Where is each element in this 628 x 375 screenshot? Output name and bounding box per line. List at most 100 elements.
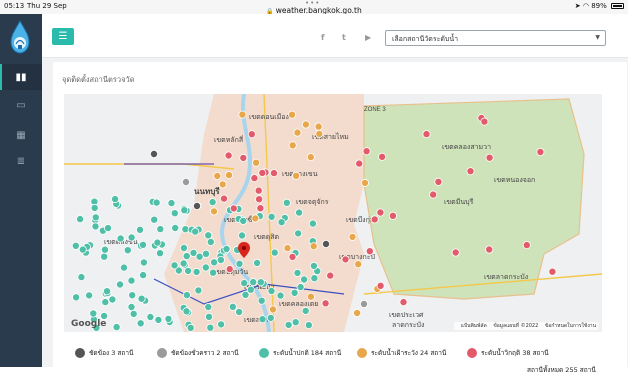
- station-marker-normal[interactable]: [239, 216, 248, 225]
- map-canvas[interactable]: เขตดอนเมือง เขตสายไหม เขตบางเขน เขตหลักส…: [64, 94, 602, 332]
- station-marker-critical[interactable]: [365, 247, 374, 256]
- station-marker-normal[interactable]: [204, 231, 213, 240]
- station-marker-normal[interactable]: [123, 246, 132, 255]
- station-marker-critical[interactable]: [434, 177, 443, 186]
- station-marker-normal[interactable]: [257, 296, 266, 305]
- station-marker-normal[interactable]: [253, 258, 262, 267]
- station-marker-critical[interactable]: [229, 204, 238, 213]
- keyboard-shortcuts-link[interactable]: แป้นพิมพ์ลัด: [461, 323, 487, 329]
- station-marker-normal[interactable]: [217, 320, 226, 329]
- station-marker-critical[interactable]: [429, 190, 438, 199]
- sidebar-item-bed[interactable]: ▭: [0, 92, 42, 118]
- station-marker-normal[interactable]: [101, 245, 110, 254]
- station-marker-normal[interactable]: [284, 320, 293, 329]
- station-marker-critical[interactable]: [219, 194, 228, 203]
- station-marker-critical[interactable]: [466, 167, 475, 176]
- station-marker-normal[interactable]: [204, 302, 213, 311]
- station-marker-normal[interactable]: [85, 291, 94, 300]
- station-marker-critical[interactable]: [269, 169, 278, 178]
- station-marker-critical[interactable]: [548, 267, 557, 276]
- station-marker-watch[interactable]: [360, 178, 369, 187]
- station-marker-watch[interactable]: [309, 242, 318, 251]
- station-marker-normal[interactable]: [310, 274, 319, 283]
- station-marker-normal[interactable]: [209, 268, 218, 277]
- station-marker-critical[interactable]: [258, 168, 267, 177]
- station-marker-critical[interactable]: [362, 147, 371, 156]
- station-marker-watch[interactable]: [293, 128, 302, 137]
- station-marker-normal[interactable]: [128, 291, 137, 300]
- station-marker-normal[interactable]: [249, 278, 258, 287]
- station-marker-maintenance[interactable]: [182, 178, 191, 187]
- station-marker-normal[interactable]: [182, 252, 191, 261]
- station-marker-watch[interactable]: [218, 180, 227, 189]
- station-marker-normal[interactable]: [170, 261, 179, 270]
- station-marker-watch[interactable]: [287, 110, 296, 119]
- station-marker-watch[interactable]: [224, 171, 233, 180]
- station-marker-normal[interactable]: [91, 213, 100, 222]
- station-marker-critical[interactable]: [239, 153, 248, 162]
- station-marker-broken[interactable]: [150, 150, 159, 159]
- station-marker-normal[interactable]: [267, 286, 276, 295]
- station-marker-watch[interactable]: [353, 308, 362, 317]
- station-marker-normal[interactable]: [204, 312, 213, 321]
- station-marker-normal[interactable]: [240, 279, 249, 288]
- station-marker-normal[interactable]: [91, 222, 100, 231]
- station-marker-critical[interactable]: [224, 151, 233, 160]
- station-marker-normal[interactable]: [108, 295, 117, 304]
- station-marker-normal[interactable]: [103, 287, 112, 296]
- station-marker-normal[interactable]: [186, 323, 195, 332]
- twitter-icon[interactable]: t: [342, 33, 346, 42]
- station-marker-normal[interactable]: [90, 203, 99, 212]
- station-marker-normal[interactable]: [267, 212, 276, 221]
- station-marker-watch[interactable]: [354, 260, 363, 269]
- station-marker-critical[interactable]: [376, 281, 385, 290]
- station-marker-watch[interactable]: [306, 153, 315, 162]
- station-marker-watch[interactable]: [213, 172, 222, 181]
- station-marker-normal[interactable]: [170, 209, 179, 218]
- station-marker-normal[interactable]: [294, 229, 303, 238]
- sidebar-item-stats[interactable]: ▮▮: [0, 64, 42, 90]
- station-marker-critical[interactable]: [255, 195, 264, 204]
- station-marker-watch[interactable]: [314, 122, 323, 131]
- station-marker-normal[interactable]: [270, 248, 279, 257]
- station-marker-normal[interactable]: [309, 261, 318, 270]
- station-marker-watch[interactable]: [283, 244, 292, 253]
- station-marker-normal[interactable]: [246, 285, 255, 294]
- station-marker-normal[interactable]: [182, 307, 191, 316]
- station-marker-watch[interactable]: [306, 292, 315, 301]
- station-marker-normal[interactable]: [111, 195, 120, 204]
- station-marker-normal[interactable]: [136, 319, 145, 328]
- station-marker-critical[interactable]: [388, 211, 397, 220]
- bma-logo-icon[interactable]: [9, 20, 31, 54]
- station-marker-critical[interactable]: [536, 148, 545, 157]
- station-marker-normal[interactable]: [104, 224, 113, 233]
- station-marker-critical[interactable]: [378, 152, 387, 161]
- station-marker-normal[interactable]: [171, 223, 180, 232]
- station-marker-normal[interactable]: [216, 255, 225, 264]
- station-marker-normal[interactable]: [300, 275, 309, 284]
- station-marker-watch[interactable]: [238, 110, 247, 119]
- station-marker-critical[interactable]: [341, 255, 350, 264]
- station-marker-normal[interactable]: [72, 293, 81, 302]
- station-marker-watch[interactable]: [252, 158, 261, 167]
- station-marker-normal[interactable]: [182, 291, 191, 300]
- station-marker-critical[interactable]: [451, 248, 460, 257]
- station-marker-critical[interactable]: [250, 174, 259, 183]
- station-marker-normal[interactable]: [301, 306, 310, 315]
- station-marker-critical[interactable]: [376, 208, 385, 217]
- station-marker-watch[interactable]: [251, 214, 260, 223]
- station-marker-critical[interactable]: [225, 265, 234, 274]
- station-marker-watch[interactable]: [209, 207, 218, 216]
- station-marker-normal[interactable]: [156, 225, 165, 234]
- facebook-icon[interactable]: f: [321, 33, 324, 42]
- station-marker-normal[interactable]: [127, 276, 136, 285]
- station-marker-normal[interactable]: [276, 291, 285, 300]
- station-marker-normal[interactable]: [191, 227, 200, 236]
- station-map[interactable]: เขตดอนเมือง เขตสายไหม เขตบางเขน เขตหลักส…: [64, 94, 602, 332]
- station-marker-normal[interactable]: [139, 240, 148, 249]
- station-marker-normal[interactable]: [154, 315, 163, 324]
- station-marker-normal[interactable]: [101, 298, 110, 307]
- station-marker-normal[interactable]: [237, 231, 246, 240]
- station-marker-normal[interactable]: [120, 263, 129, 272]
- station-marker-normal[interactable]: [206, 323, 215, 332]
